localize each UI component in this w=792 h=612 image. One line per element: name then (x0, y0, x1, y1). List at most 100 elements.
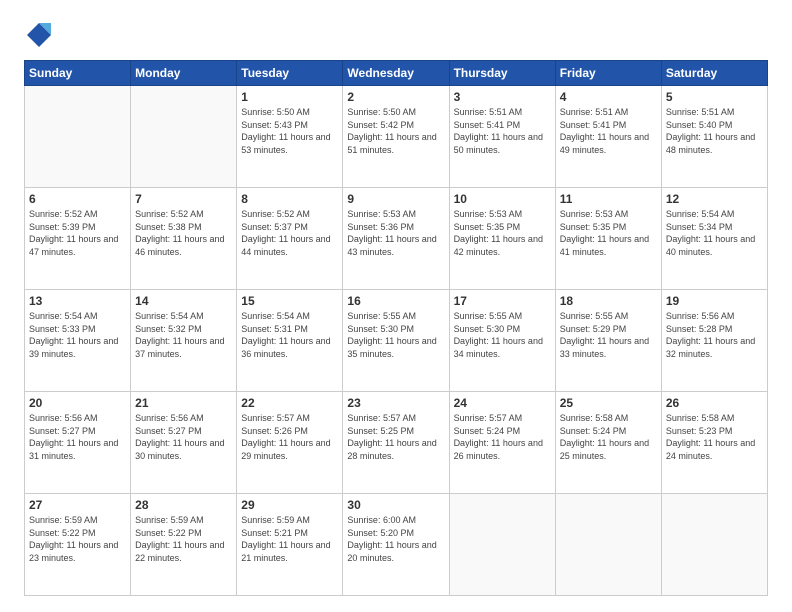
day-info: Sunrise: 5:56 AMSunset: 5:27 PMDaylight:… (29, 412, 126, 462)
day-number: 22 (241, 396, 338, 410)
day-number: 8 (241, 192, 338, 206)
empty-day (555, 494, 661, 596)
day-info: Sunrise: 5:53 AMSunset: 5:35 PMDaylight:… (454, 208, 551, 258)
day-info: Sunrise: 5:54 AMSunset: 5:34 PMDaylight:… (666, 208, 763, 258)
day-info: Sunrise: 5:51 AMSunset: 5:41 PMDaylight:… (560, 106, 657, 156)
calendar-day-30: 30 Sunrise: 6:00 AMSunset: 5:20 PMDayligh… (343, 494, 449, 596)
calendar-day-1: 1 Sunrise: 5:50 AMSunset: 5:43 PMDaylight… (237, 86, 343, 188)
calendar-day-22: 22 Sunrise: 5:57 AMSunset: 5:26 PMDayligh… (237, 392, 343, 494)
day-number: 26 (666, 396, 763, 410)
calendar-day-8: 8 Sunrise: 5:52 AMSunset: 5:37 PMDaylight… (237, 188, 343, 290)
day-info: Sunrise: 5:58 AMSunset: 5:24 PMDaylight:… (560, 412, 657, 462)
day-info: Sunrise: 5:53 AMSunset: 5:36 PMDaylight:… (347, 208, 444, 258)
page: SundayMondayTuesdayWednesdayThursdayFrid… (0, 0, 792, 612)
empty-day (661, 494, 767, 596)
day-number: 7 (135, 192, 232, 206)
weekday-header-saturday: Saturday (661, 61, 767, 86)
day-number: 5 (666, 90, 763, 104)
day-number: 19 (666, 294, 763, 308)
header (24, 20, 768, 50)
day-number: 25 (560, 396, 657, 410)
day-info: Sunrise: 5:53 AMSunset: 5:35 PMDaylight:… (560, 208, 657, 258)
day-number: 21 (135, 396, 232, 410)
day-info: Sunrise: 5:57 AMSunset: 5:24 PMDaylight:… (454, 412, 551, 462)
calendar-day-10: 10 Sunrise: 5:53 AMSunset: 5:35 PMDayligh… (449, 188, 555, 290)
day-number: 1 (241, 90, 338, 104)
calendar-day-20: 20 Sunrise: 5:56 AMSunset: 5:27 PMDayligh… (25, 392, 131, 494)
day-number: 24 (454, 396, 551, 410)
day-info: Sunrise: 5:58 AMSunset: 5:23 PMDaylight:… (666, 412, 763, 462)
day-info: Sunrise: 5:52 AMSunset: 5:39 PMDaylight:… (29, 208, 126, 258)
empty-day (449, 494, 555, 596)
day-number: 29 (241, 498, 338, 512)
calendar-day-4: 4 Sunrise: 5:51 AMSunset: 5:41 PMDaylight… (555, 86, 661, 188)
day-info: Sunrise: 5:54 AMSunset: 5:31 PMDaylight:… (241, 310, 338, 360)
day-number: 10 (454, 192, 551, 206)
day-number: 12 (666, 192, 763, 206)
weekday-header-row: SundayMondayTuesdayWednesdayThursdayFrid… (25, 61, 768, 86)
calendar-day-2: 2 Sunrise: 5:50 AMSunset: 5:42 PMDaylight… (343, 86, 449, 188)
calendar-day-9: 9 Sunrise: 5:53 AMSunset: 5:36 PMDaylight… (343, 188, 449, 290)
calendar-week-row: 27 Sunrise: 5:59 AMSunset: 5:22 PMDayligh… (25, 494, 768, 596)
day-number: 14 (135, 294, 232, 308)
calendar-day-17: 17Sunrise: 5:55 AMSunset: 5:30 PMDayligh… (449, 290, 555, 392)
day-number: 20 (29, 396, 126, 410)
day-number: 3 (454, 90, 551, 104)
calendar-day-3: 3Sunrise: 5:51 AMSunset: 5:41 PMDaylight… (449, 86, 555, 188)
day-info: Sunrise: 5:51 AMSunset: 5:40 PMDaylight:… (666, 106, 763, 156)
day-number: 13 (29, 294, 126, 308)
calendar-day-13: 13 Sunrise: 5:54 AMSunset: 5:33 PMDayligh… (25, 290, 131, 392)
day-info: Sunrise: 5:56 AMSunset: 5:28 PMDaylight:… (666, 310, 763, 360)
day-number: 23 (347, 396, 444, 410)
weekday-header-tuesday: Tuesday (237, 61, 343, 86)
day-info: Sunrise: 5:50 AMSunset: 5:42 PMDaylight:… (347, 106, 444, 156)
weekday-header-monday: Monday (131, 61, 237, 86)
day-info: Sunrise: 5:59 AMSunset: 5:22 PMDaylight:… (135, 514, 232, 564)
logo-icon (24, 20, 54, 50)
calendar-day-27: 27 Sunrise: 5:59 AMSunset: 5:22 PMDayligh… (25, 494, 131, 596)
day-number: 27 (29, 498, 126, 512)
weekday-header-friday: Friday (555, 61, 661, 86)
calendar-week-row: 1 Sunrise: 5:50 AMSunset: 5:43 PMDaylight… (25, 86, 768, 188)
calendar-day-11: 11Sunrise: 5:53 AMSunset: 5:35 PMDayligh… (555, 188, 661, 290)
calendar-day-12: 12 Sunrise: 5:54 AMSunset: 5:34 PMDayligh… (661, 188, 767, 290)
day-number: 4 (560, 90, 657, 104)
calendar-day-26: 26 Sunrise: 5:58 AMSunset: 5:23 PMDayligh… (661, 392, 767, 494)
calendar-day-7: 7Sunrise: 5:52 AMSunset: 5:38 PMDaylight… (131, 188, 237, 290)
day-info: Sunrise: 5:54 AMSunset: 5:32 PMDaylight:… (135, 310, 232, 360)
weekday-header-wednesday: Wednesday (343, 61, 449, 86)
day-info: Sunrise: 5:50 AMSunset: 5:43 PMDaylight:… (241, 106, 338, 156)
calendar-day-29: 29 Sunrise: 5:59 AMSunset: 5:21 PMDayligh… (237, 494, 343, 596)
day-number: 2 (347, 90, 444, 104)
calendar-day-19: 19 Sunrise: 5:56 AMSunset: 5:28 PMDayligh… (661, 290, 767, 392)
day-info: Sunrise: 5:57 AMSunset: 5:26 PMDaylight:… (241, 412, 338, 462)
empty-day (131, 86, 237, 188)
day-number: 15 (241, 294, 338, 308)
day-info: Sunrise: 5:59 AMSunset: 5:21 PMDaylight:… (241, 514, 338, 564)
calendar-day-18: 18 Sunrise: 5:55 AMSunset: 5:29 PMDayligh… (555, 290, 661, 392)
day-info: Sunrise: 5:54 AMSunset: 5:33 PMDaylight:… (29, 310, 126, 360)
day-info: Sunrise: 5:55 AMSunset: 5:29 PMDaylight:… (560, 310, 657, 360)
calendar-week-row: 6 Sunrise: 5:52 AMSunset: 5:39 PMDaylight… (25, 188, 768, 290)
day-number: 9 (347, 192, 444, 206)
logo (24, 20, 58, 50)
day-number: 18 (560, 294, 657, 308)
weekday-header-thursday: Thursday (449, 61, 555, 86)
calendar-week-row: 20 Sunrise: 5:56 AMSunset: 5:27 PMDayligh… (25, 392, 768, 494)
calendar-day-15: 15 Sunrise: 5:54 AMSunset: 5:31 PMDayligh… (237, 290, 343, 392)
calendar-day-24: 24 Sunrise: 5:57 AMSunset: 5:24 PMDayligh… (449, 392, 555, 494)
day-number: 6 (29, 192, 126, 206)
day-number: 30 (347, 498, 444, 512)
day-number: 16 (347, 294, 444, 308)
day-info: Sunrise: 5:52 AMSunset: 5:37 PMDaylight:… (241, 208, 338, 258)
day-info: Sunrise: 5:55 AMSunset: 5:30 PMDaylight:… (347, 310, 444, 360)
calendar-day-23: 23Sunrise: 5:57 AMSunset: 5:25 PMDayligh… (343, 392, 449, 494)
calendar-day-21: 21 Sunrise: 5:56 AMSunset: 5:27 PMDayligh… (131, 392, 237, 494)
calendar-week-row: 13 Sunrise: 5:54 AMSunset: 5:33 PMDayligh… (25, 290, 768, 392)
day-info: Sunrise: 5:59 AMSunset: 5:22 PMDaylight:… (29, 514, 126, 564)
calendar-table: SundayMondayTuesdayWednesdayThursdayFrid… (24, 60, 768, 596)
day-info: Sunrise: 5:56 AMSunset: 5:27 PMDaylight:… (135, 412, 232, 462)
calendar-day-6: 6 Sunrise: 5:52 AMSunset: 5:39 PMDaylight… (25, 188, 131, 290)
day-info: Sunrise: 6:00 AMSunset: 5:20 PMDaylight:… (347, 514, 444, 564)
calendar-day-14: 14 Sunrise: 5:54 AMSunset: 5:32 PMDayligh… (131, 290, 237, 392)
